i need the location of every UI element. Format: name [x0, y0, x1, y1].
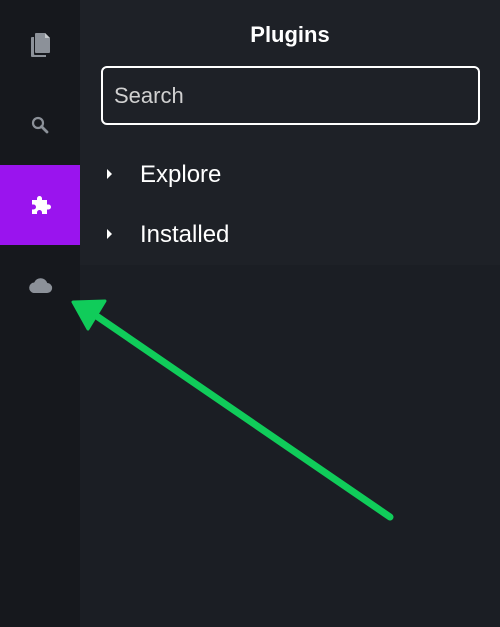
puzzle-icon — [32, 196, 51, 214]
plugins-panel: Plugins Explore Installed — [80, 0, 500, 627]
activity-item-cloud[interactable] — [0, 245, 80, 325]
activity-item-plugins[interactable] — [0, 165, 80, 245]
app-window: Plugins Explore Installed — [0, 0, 500, 627]
activity-item-files[interactable] — [0, 5, 80, 85]
activity-bar — [0, 0, 80, 627]
section-label: Installed — [140, 221, 230, 248]
cloud-icon — [29, 278, 53, 294]
panel-header: Plugins — [80, 0, 500, 145]
search-box[interactable] — [101, 66, 480, 125]
section-installed[interactable]: Installed — [80, 205, 500, 265]
activity-item-search[interactable] — [0, 85, 80, 165]
plugin-sections: Explore Installed — [80, 145, 500, 265]
section-explore[interactable]: Explore — [80, 145, 500, 205]
section-label: Explore — [140, 161, 222, 188]
caret-right-icon[interactable] — [107, 229, 112, 239]
panel-title: Plugins — [250, 22, 330, 47]
search-input[interactable] — [103, 68, 478, 123]
files-icon — [31, 33, 50, 57]
caret-right-icon[interactable] — [107, 169, 112, 179]
search-icon — [31, 116, 49, 134]
